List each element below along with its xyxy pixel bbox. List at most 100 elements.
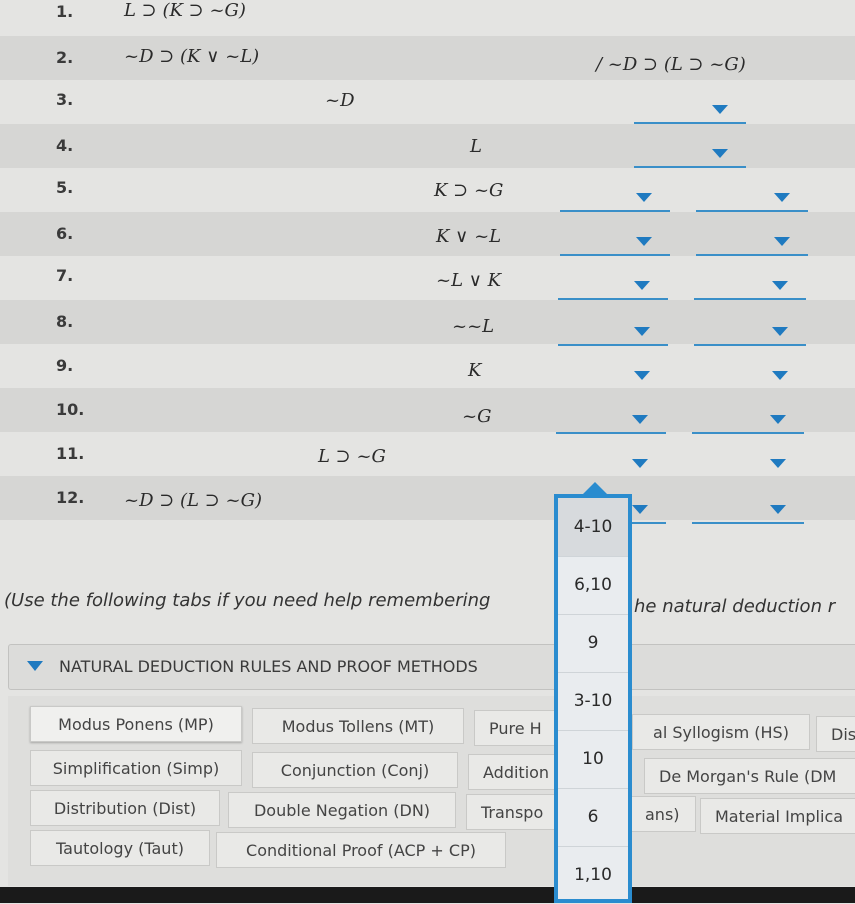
chevron-down-icon xyxy=(634,281,650,290)
line-formula: ~D ⊃ (L ⊃ ~G) xyxy=(124,490,263,511)
tab-disjunctive-syllogism[interactable]: Dis xyxy=(816,716,855,752)
lines-select[interactable] xyxy=(558,274,668,300)
proof-table: 1. L ⊃ (K ⊃ ~G) 2. ~D ⊃ (K ∨ ~L) / ~D ⊃ … xyxy=(0,0,855,530)
line-number: 4. xyxy=(56,136,74,155)
lines-select[interactable] xyxy=(556,452,666,478)
rule-select[interactable] xyxy=(694,320,806,346)
dropdown-option[interactable]: 6 xyxy=(558,788,628,847)
tab-material-implication[interactable]: Material Implica xyxy=(700,798,855,834)
chevron-down-icon xyxy=(770,415,786,424)
chevron-down-icon xyxy=(774,193,790,202)
proof-row: 2. ~D ⊃ (K ∨ ~L) / ~D ⊃ (L ⊃ ~G) xyxy=(0,36,855,80)
chevron-down-icon xyxy=(770,459,786,468)
line-formula: K ∨ ~L xyxy=(436,226,502,247)
line-formula: ~~L xyxy=(452,316,495,337)
chevron-down-icon xyxy=(636,237,652,246)
line-formula: ~D ⊃ (K ∨ ~L) xyxy=(124,46,260,67)
line-formula: K xyxy=(468,360,482,381)
help-note-continued: he natural deduction r xyxy=(634,596,836,617)
proof-row: 7. ~L ∨ K xyxy=(0,256,855,300)
dropdown-option[interactable]: 6,10 xyxy=(558,556,628,615)
rule-select[interactable] xyxy=(692,452,804,478)
line-number: 6. xyxy=(56,224,74,243)
line-number: 9. xyxy=(56,356,74,375)
rule-select[interactable] xyxy=(694,274,806,300)
rule-select[interactable] xyxy=(696,186,808,212)
tab-transposition[interactable]: Transpo xyxy=(466,794,564,830)
tab-modus-tollens[interactable]: Modus Tollens (MT) xyxy=(252,708,464,744)
line-formula: K ⊃ ~G xyxy=(434,180,504,201)
proof-row: 5. K ⊃ ~G xyxy=(0,168,855,212)
tab-modus-ponens[interactable]: Modus Ponens (MP) xyxy=(30,706,242,742)
rule-select[interactable] xyxy=(634,142,746,168)
chevron-down-icon xyxy=(712,105,728,114)
dropdown-option[interactable]: 9 xyxy=(558,614,628,673)
screen-bottom-edge xyxy=(0,887,855,903)
chevron-down-icon xyxy=(770,505,786,514)
line-number: 1. xyxy=(56,2,74,21)
proof-row: 10. ~G xyxy=(0,388,855,434)
tab-double-negation[interactable]: Double Negation (DN) xyxy=(228,792,456,828)
tab-distribution[interactable]: Distribution (Dist) xyxy=(30,790,220,826)
lines-select[interactable] xyxy=(558,364,668,390)
triangle-down-icon xyxy=(27,661,43,671)
tab-addition[interactable]: Addition xyxy=(468,754,564,790)
lines-select[interactable] xyxy=(558,320,668,346)
line-formula: L xyxy=(470,136,482,157)
line-number: 2. xyxy=(56,48,74,67)
line-number: 10. xyxy=(56,400,85,419)
rules-tabs: Modus Ponens (MP) Modus Tollens (MT) Pur… xyxy=(8,696,855,886)
rule-select[interactable] xyxy=(696,230,808,256)
line-number: 3. xyxy=(56,90,74,109)
chevron-down-icon xyxy=(636,193,652,202)
proof-row: 8. ~~L xyxy=(0,300,855,346)
proof-row: 4. L xyxy=(0,124,855,168)
line-number: 12. xyxy=(56,488,85,507)
tab-material-equivalence[interactable]: ans) xyxy=(630,796,696,832)
line-formula: ~D xyxy=(325,90,355,111)
lines-select[interactable] xyxy=(560,230,670,256)
chevron-down-icon xyxy=(772,371,788,380)
conclusion-text: / ~D ⊃ (L ⊃ ~G) xyxy=(596,54,746,75)
chevron-down-icon xyxy=(712,149,728,158)
line-number: 5. xyxy=(56,178,74,197)
proof-row: 9. K xyxy=(0,344,855,390)
chevron-down-icon xyxy=(772,281,788,290)
tab-conjunction[interactable]: Conjunction (Conj) xyxy=(252,752,458,788)
tab-simplification[interactable]: Simplification (Simp) xyxy=(30,750,242,786)
chevron-down-icon xyxy=(632,415,648,424)
tab-de-morgans-rule[interactable]: De Morgan's Rule (DM xyxy=(644,758,855,794)
chevron-down-icon xyxy=(634,371,650,380)
dropdown-option[interactable]: 10 xyxy=(558,730,628,789)
dropdown-option[interactable]: 1,10 xyxy=(558,846,628,904)
proof-row: 11. L ⊃ ~G xyxy=(0,432,855,478)
rule-select[interactable] xyxy=(692,408,804,434)
rules-accordion-header[interactable]: NATURAL DEDUCTION RULES AND PROOF METHOD… xyxy=(8,644,855,690)
proof-row: 6. K ∨ ~L xyxy=(0,212,855,256)
tab-tautology[interactable]: Tautology (Taut) xyxy=(30,830,210,866)
dropdown-option[interactable]: 4-10 xyxy=(558,498,628,557)
line-number: 7. xyxy=(56,266,74,285)
proof-row: 12. ~D ⊃ (L ⊃ ~G) xyxy=(0,476,855,524)
rule-select[interactable] xyxy=(692,498,804,524)
chevron-down-icon xyxy=(634,327,650,336)
line-formula: L ⊃ (K ⊃ ~G) xyxy=(124,0,246,21)
lines-dropdown-list[interactable]: 4-10 6,10 9 3-10 10 6 1,10 xyxy=(554,494,632,903)
chevron-down-icon xyxy=(632,459,648,468)
line-formula: ~G xyxy=(462,406,492,427)
tab-hypothetical-syllogism[interactable]: al Syllogism (HS) xyxy=(632,714,810,750)
help-note: (Use the following tabs if you need help… xyxy=(4,590,491,611)
chevron-down-icon xyxy=(632,505,648,514)
line-formula: L ⊃ ~G xyxy=(318,446,386,467)
line-number: 11. xyxy=(56,444,85,463)
accordion-label: NATURAL DEDUCTION RULES AND PROOF METHOD… xyxy=(59,657,478,676)
line-formula: ~L ∨ K xyxy=(436,270,502,291)
lines-select[interactable] xyxy=(556,408,666,434)
rule-select[interactable] xyxy=(634,98,746,124)
dropdown-option[interactable]: 3-10 xyxy=(558,672,628,731)
tab-pure-hypothetical-syllogism[interactable]: Pure H xyxy=(474,710,564,746)
tab-conditional-proof[interactable]: Conditional Proof (ACP + CP) xyxy=(216,832,506,868)
rule-select[interactable] xyxy=(694,364,806,390)
lines-select[interactable] xyxy=(560,186,670,212)
proof-row: 3. ~D xyxy=(0,80,855,124)
